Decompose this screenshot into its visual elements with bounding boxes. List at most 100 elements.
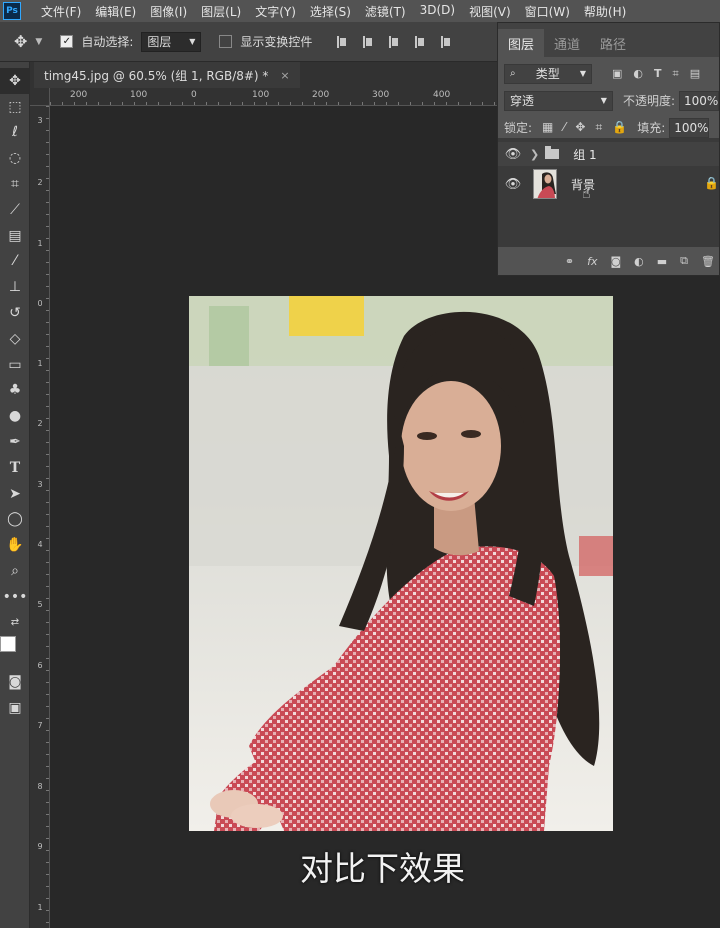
lock-all-icon[interactable]: 🔒 [612,120,627,135]
lasso-tool-icon[interactable]: ℓ [0,120,30,146]
filter-type-icon[interactable]: T [654,67,662,81]
ruler-label: 6 [37,661,43,670]
lock-position-icon[interactable]: ✥ [575,120,585,135]
menu-select[interactable]: 选择(S) [310,3,359,20]
ruler-label: 9 [37,842,43,851]
filter-smart-object-icon[interactable]: ▤ [690,67,700,81]
visibility-eye-icon[interactable]: 👁 [498,177,528,192]
ruler-label: 2 [37,178,43,187]
tab-layers[interactable]: 图层 [498,29,545,57]
ruler-label: 100 [252,90,270,100]
ruler-label: 3 [37,116,43,125]
menu-help[interactable]: 帮助(H) [584,3,634,20]
align-left-icon[interactable] [414,35,426,48]
history-brush-tool-icon[interactable]: ↺ [0,300,30,326]
add-mask-icon[interactable]: ◙ [610,255,621,268]
layer-filter-value: 类型 [535,67,560,81]
quick-select-tool-icon[interactable]: ◌ [0,145,30,171]
document-photo[interactable] [189,296,613,831]
menu-layer[interactable]: 图层(L) [201,3,249,20]
move-icon[interactable]: ✥ [14,32,27,51]
auto-select-label: 自动选择: [81,35,134,49]
menu-filter[interactable]: 滤镜(T) [365,3,414,20]
adjustment-layer-icon[interactable]: ◐ [634,255,644,268]
document-tab[interactable]: timg45.jpg @ 60.5% (组 1, RGB/8#) * × [34,62,300,88]
search-icon: ⌕ [510,68,516,79]
zoom-tool-icon[interactable]: ⌕ [0,558,30,584]
link-layers-icon[interactable]: ⚭ [565,255,574,268]
portrait-image [189,296,613,831]
ruler-label: 3 [37,480,43,489]
screen-mode-icon[interactable]: ▣ [0,695,30,721]
close-icon[interactable]: × [280,69,289,82]
menu-window[interactable]: 窗口(W) [525,3,578,20]
ruler-label: 100 [130,90,148,100]
menu-3d[interactable]: 3D(D) [420,3,463,20]
layer-filter-dropdown[interactable]: ⌕ 类型 ▼ [504,63,592,84]
tab-paths[interactable]: 路径 [590,29,636,57]
healing-tool-icon[interactable]: ▤ [0,223,30,249]
chevron-down-icon: ▼ [189,37,196,46]
auto-select-target-dropdown[interactable]: 图层 ▼ [141,31,202,52]
type-tool-icon[interactable]: T [0,455,30,481]
menu-view[interactable]: 视图(V) [469,3,519,20]
lock-transparency-icon[interactable]: ▦ [542,120,553,135]
eraser-tool-icon[interactable]: ◇ [0,326,30,352]
tab-channels[interactable]: 通道 [544,29,590,57]
quick-mask-icon[interactable]: ◙ [0,670,30,696]
filter-adjustment-icon[interactable]: ◐ [633,67,643,81]
menu-type[interactable]: 文字(Y) [255,3,304,20]
more-tool-icon[interactable]: ••• [0,584,30,610]
align-bottom-icon[interactable] [388,35,400,48]
blend-mode-dropdown[interactable]: 穿透 ▼ [504,90,613,111]
marquee-tool-icon[interactable]: ⬚ [0,94,30,120]
auto-select-checkbox[interactable]: ✓ [60,35,74,48]
new-layer-icon[interactable]: ⧉ [680,254,688,268]
menu-edit[interactable]: 编辑(E) [95,3,144,20]
ruler-vertical[interactable]: 3 2 1 0 1 2 3 4 5 6 7 8 9 1 [30,106,50,928]
chevron-right-icon[interactable]: ❯ [530,148,539,161]
foreground-color-swatch[interactable] [0,635,16,652]
layer-row-group-1[interactable]: 👁 ❯ 组 1 [498,142,719,166]
delete-layer-icon[interactable]: 🗑 [701,255,715,268]
ruler-label: 0 [37,299,43,308]
chevron-down-icon: ▼ [600,96,607,105]
lock-artboard-icon[interactable]: ⌗ [595,120,602,135]
panel-tabs: 图层 通道 路径 [498,23,719,57]
menu-image[interactable]: 图像(I) [150,3,195,20]
align-hcenter-icon[interactable] [440,35,452,48]
crop-tool-icon[interactable]: ⌗ [0,171,30,197]
brush-tool-icon[interactable]: ⁄ [0,249,30,275]
ruler-label: 1 [37,359,43,368]
filter-shape-icon[interactable]: ⌗ [673,67,679,81]
pen-tool-icon[interactable]: ✒ [0,429,30,455]
move-tool-icon[interactable]: ✥ [0,68,30,94]
lock-pixels-icon[interactable]: ⁄ [563,120,565,135]
ruler-label: 7 [37,721,43,730]
filter-row: ⌕ 类型 ▼ ▣ ◐ T ⌗ ▤ [498,60,719,87]
show-transform-checkbox[interactable] [219,35,233,48]
eyedropper-tool-icon[interactable]: ⟋ [0,197,30,223]
menu-file[interactable]: 文件(F) [41,3,89,20]
path-select-tool-icon[interactable]: ➤ [0,481,30,507]
menu-bar: Ps 文件(F) 编辑(E) 图像(I) 图层(L) 文字(Y) 选择(S) 滤… [0,0,720,22]
dodge-tool-icon[interactable]: ● [0,403,30,429]
fill-input[interactable]: 100% [669,117,710,138]
stamp-tool-icon[interactable]: ⊥ [0,274,30,300]
swap-colors-icon[interactable]: ⇄ [0,610,30,636]
align-vcenter-icon[interactable] [362,35,374,48]
layers-list: 👁 ❯ 组 1 👁 背景 🔒 ☝ [498,138,719,248]
gradient-tool-icon[interactable]: ▭ [0,352,30,378]
shape-tool-icon[interactable]: ◯ [0,507,30,533]
new-group-icon[interactable]: ▬ [657,255,667,268]
filter-pixel-icon[interactable]: ▣ [612,67,622,81]
fx-icon[interactable]: fx [587,255,597,268]
ruler-corner [30,88,50,106]
align-top-icon[interactable] [336,35,348,48]
hand-tool-icon[interactable]: ✋ [0,532,30,558]
opacity-input[interactable]: 100% [679,90,719,111]
chevron-down-icon[interactable]: ▼ [35,37,42,47]
layer-row-background[interactable]: 👁 背景 🔒 ☝ [498,168,719,202]
visibility-eye-icon[interactable]: 👁 [498,147,528,162]
blur-tool-icon[interactable]: ♣ [0,378,30,404]
